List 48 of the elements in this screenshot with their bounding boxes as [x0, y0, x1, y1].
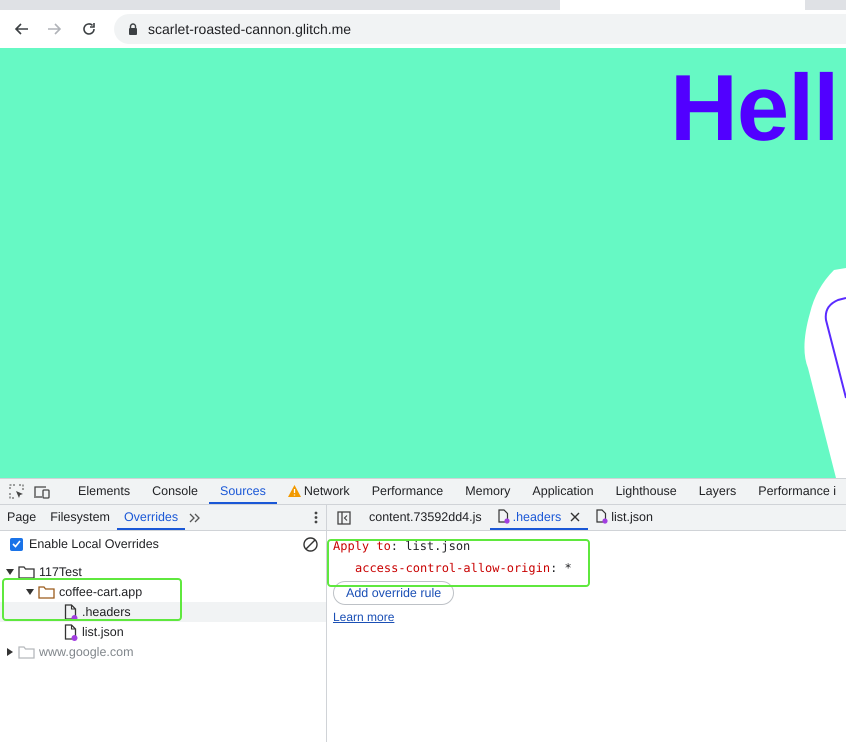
page-heading: Hell [670, 56, 838, 160]
kebab-menu-icon [314, 511, 318, 524]
device-toolbar-icon[interactable] [34, 484, 50, 498]
tree-item[interactable]: coffee-cart.app [0, 582, 326, 602]
code-line: Apply to: list.json [333, 539, 472, 553]
devtools-tab[interactable]: Performance [360, 479, 454, 504]
devtools-tab[interactable]: Lighthouse [604, 479, 688, 504]
devtools-tab[interactable]: Elements [67, 479, 142, 504]
devtools-tab[interactable]: Application [521, 479, 605, 504]
inspect-icon[interactable] [9, 484, 24, 499]
tree-item[interactable]: .headers [0, 602, 326, 622]
checkbox[interactable] [10, 538, 23, 550]
code-line: access-control-allow-origin: * [354, 561, 573, 575]
navigator-tab[interactable]: Filesystem [43, 505, 117, 530]
sidebar-toggle-icon [337, 510, 351, 524]
devtools-tab[interactable]: Performance i [747, 479, 846, 504]
editor-tab[interactable]: content.73592dd4.js [361, 505, 490, 530]
close-icon[interactable] [570, 512, 580, 522]
file-icon [64, 624, 78, 640]
warning-icon [288, 484, 301, 496]
devtools-tab[interactable]: Console [141, 479, 209, 504]
right-arrow-icon [47, 21, 63, 37]
expanded-triangle-icon[interactable] [26, 589, 34, 595]
tree-item[interactable]: list.json [0, 622, 326, 642]
expanded-triangle-icon[interactable] [6, 569, 14, 575]
double-chevron-icon [189, 512, 202, 522]
navigator-tab[interactable]: Page [0, 505, 44, 530]
folder-icon [38, 586, 55, 598]
add-override-rule-button[interactable]: Add override rule [333, 581, 454, 605]
clear-icon[interactable] [303, 536, 318, 552]
navigator-tab[interactable]: Overrides [116, 505, 186, 530]
folder-icon [18, 566, 35, 578]
file-icon [64, 604, 78, 620]
address-bar[interactable]: scarlet-roasted-cannon.glitch.me [114, 14, 846, 44]
file-icon [498, 509, 510, 524]
learn-more-link[interactable]: Learn more [333, 610, 394, 624]
editor-tab[interactable]: .headers [490, 505, 588, 530]
folder-icon [18, 646, 35, 658]
lock-icon [128, 23, 138, 35]
reload-icon [81, 21, 97, 37]
file-icon [596, 509, 608, 524]
checkbox-label: Enable Local Overrides [29, 537, 160, 551]
devtools-tab[interactable]: Network [276, 479, 361, 504]
editor-tab[interactable]: list.json [588, 505, 661, 530]
left-arrow-icon [13, 21, 29, 37]
devtools-tab[interactable]: Memory [454, 479, 522, 504]
tree-item[interactable]: 117Test [0, 562, 326, 582]
devtools-tab[interactable]: Layers [688, 479, 748, 504]
